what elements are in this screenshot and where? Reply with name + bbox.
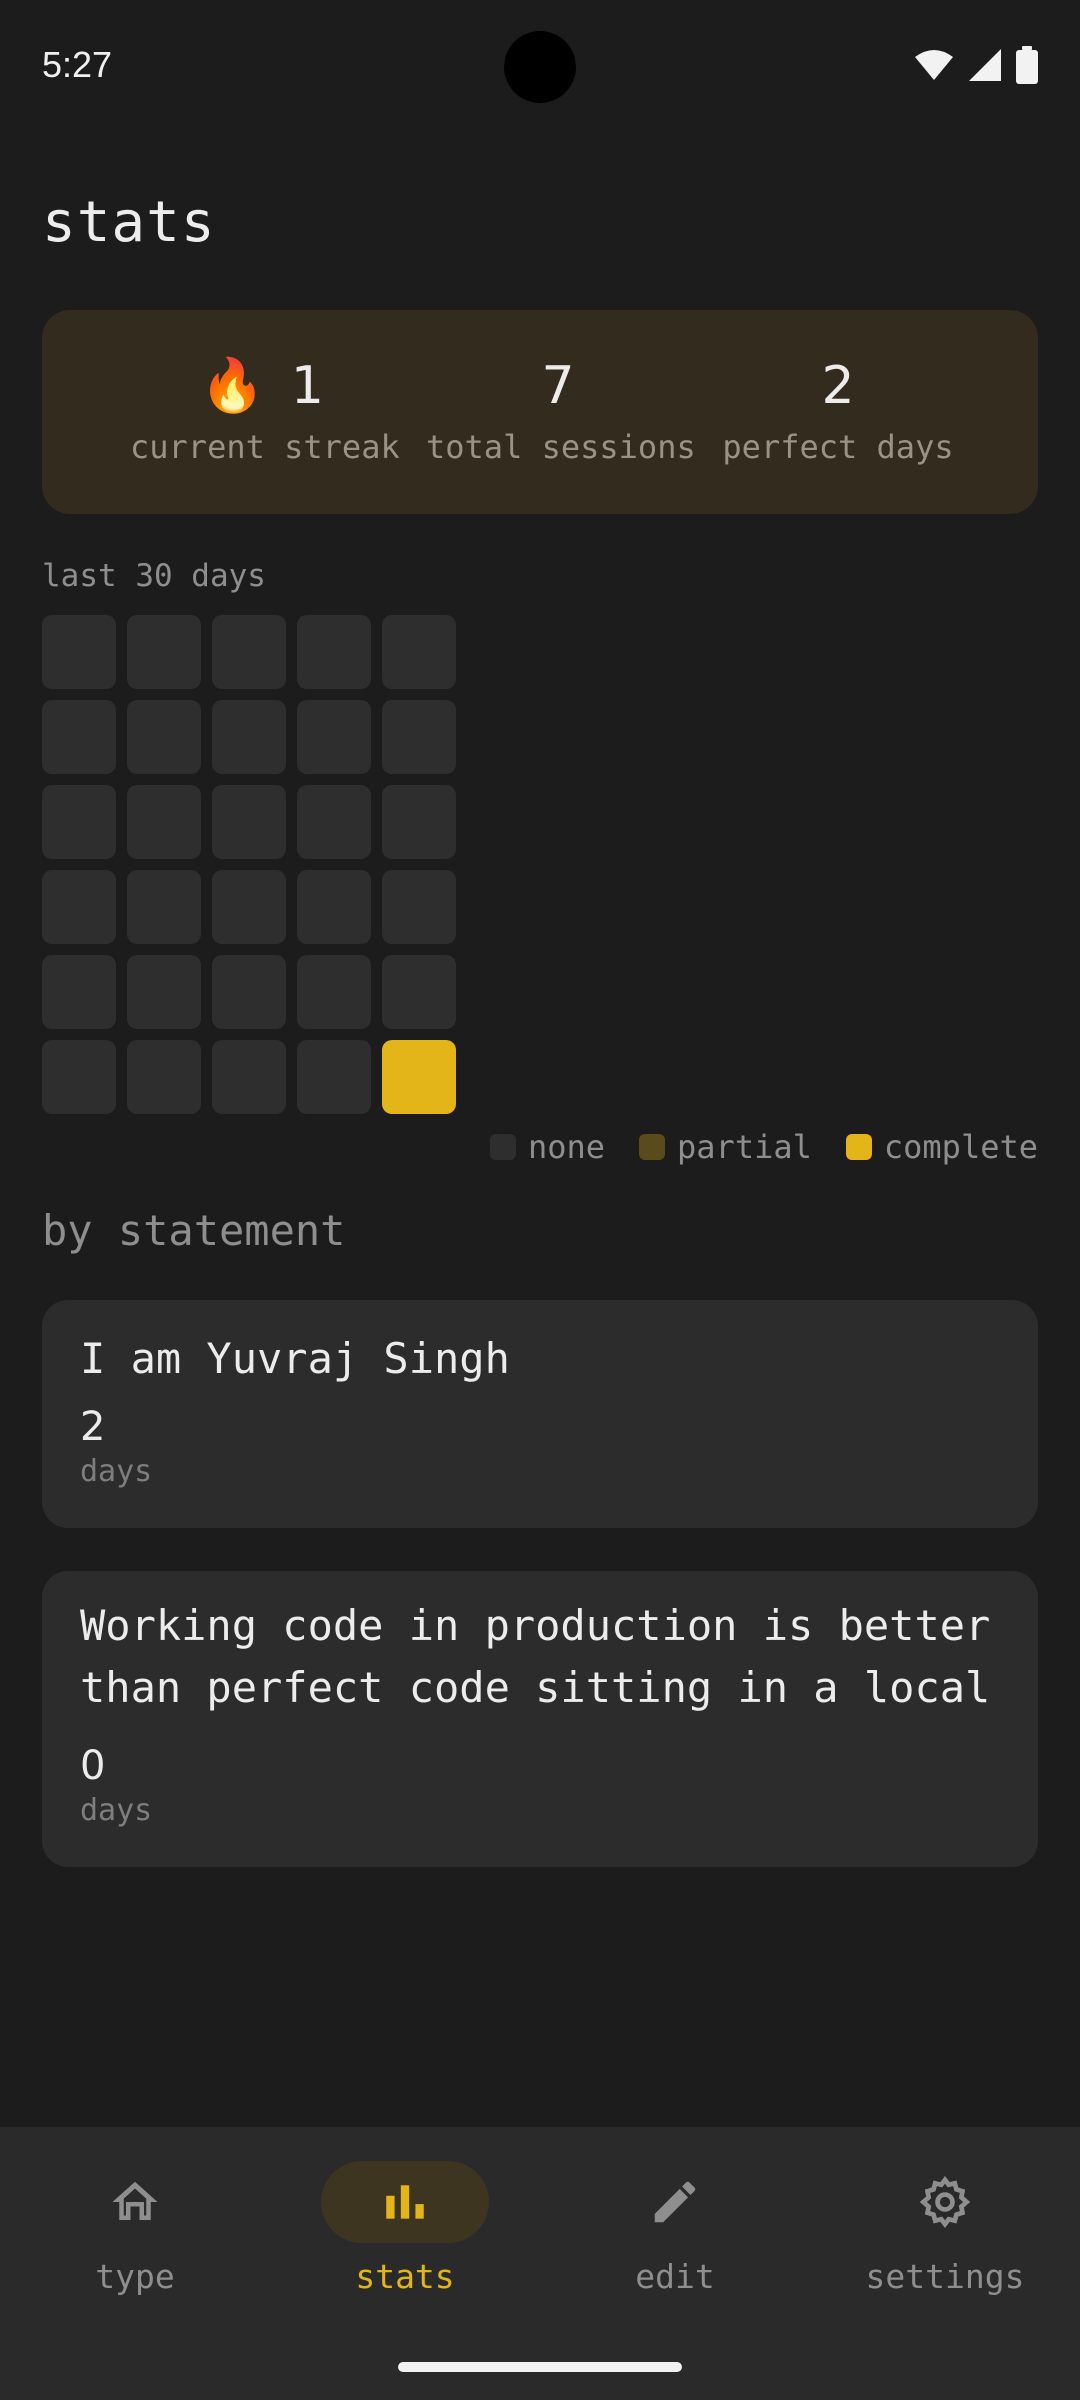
legend-swatch-none xyxy=(489,1134,516,1160)
legend-complete: complete xyxy=(845,1128,1038,1166)
day-cell-none[interactable] xyxy=(212,1040,286,1114)
nav-settings[interactable]: settings xyxy=(810,2161,1080,2296)
status-time: 5:27 xyxy=(42,44,113,85)
day-cell-none[interactable] xyxy=(127,785,201,859)
legend-partial: partial xyxy=(639,1128,812,1166)
home-indicator[interactable] xyxy=(398,2362,682,2372)
summary-card: 🔥 1 current streak 7 total sessions 2 per… xyxy=(42,310,1038,514)
day-cell-none[interactable] xyxy=(127,870,201,944)
home-icon xyxy=(112,2181,158,2220)
perfect-value: 2 xyxy=(821,356,855,416)
day-cell-none[interactable] xyxy=(42,1040,116,1114)
day-cell-none[interactable] xyxy=(297,955,371,1029)
day-cell-complete[interactable] xyxy=(382,1040,456,1114)
day-cell-none[interactable] xyxy=(127,1040,201,1114)
nav-label-edit: edit xyxy=(635,2257,715,2296)
streak-label: current streak xyxy=(130,428,400,466)
page-title: stats xyxy=(42,190,216,255)
statement-card[interactable]: I am Yuvraj Singh 2 days xyxy=(42,1300,1038,1528)
statement-unit: days xyxy=(80,1793,153,1828)
signal-icon xyxy=(969,49,1001,81)
statement-unit: days xyxy=(80,1454,153,1489)
statement-text: I am Yuvraj Singh xyxy=(80,1334,510,1383)
day-cell-none[interactable] xyxy=(212,700,286,774)
streak-value: 1 xyxy=(290,356,324,416)
wifi-icon xyxy=(915,50,953,80)
day-cell-none[interactable] xyxy=(42,870,116,944)
day-cell-none[interactable] xyxy=(42,615,116,689)
legend-none: none xyxy=(489,1128,605,1166)
day-cell-none[interactable] xyxy=(212,615,286,689)
day-cell-none[interactable] xyxy=(382,785,456,859)
statement-count: 0 xyxy=(80,1743,106,1789)
status-icons xyxy=(914,46,1038,84)
day-cell-none[interactable] xyxy=(42,700,116,774)
battery-icon xyxy=(1016,46,1038,84)
day-cell-none[interactable] xyxy=(382,615,456,689)
nav-label-settings: settings xyxy=(865,2257,1025,2296)
nav-type[interactable]: type xyxy=(0,2161,270,2296)
day-cell-none[interactable] xyxy=(127,955,201,1029)
nav-edit[interactable]: edit xyxy=(540,2161,810,2296)
legend: none partial complete xyxy=(456,1128,1038,1166)
day-cell-none[interactable] xyxy=(127,700,201,774)
day-cell-none[interactable] xyxy=(297,1040,371,1114)
fire-icon: 🔥 xyxy=(200,356,265,416)
legend-swatch-complete xyxy=(845,1134,872,1160)
day-cell-none[interactable] xyxy=(212,785,286,859)
history-grid xyxy=(42,615,456,1114)
statement-card[interactable]: Working code in production is better tha… xyxy=(42,1571,1038,1867)
nav-stats[interactable]: stats xyxy=(270,2161,540,2296)
day-cell-none[interactable] xyxy=(297,700,371,774)
bottom-nav: type stats edit settings xyxy=(0,2127,1080,2400)
history-label: last 30 days xyxy=(42,558,266,594)
legend-swatch-partial xyxy=(639,1134,666,1160)
streak-stat: 🔥 1 current streak xyxy=(130,360,400,466)
day-cell-none[interactable] xyxy=(42,955,116,1029)
day-cell-none[interactable] xyxy=(127,615,201,689)
front-camera xyxy=(504,31,576,103)
status-bar: 5:27 xyxy=(0,0,1080,130)
pencil-icon xyxy=(654,2181,696,2223)
day-cell-none[interactable] xyxy=(297,785,371,859)
perfect-label: perfect days xyxy=(722,428,954,466)
statement-text: Working code in production is better tha… xyxy=(80,1601,991,1712)
day-cell-none[interactable] xyxy=(297,870,371,944)
nav-label-type: type xyxy=(95,2257,175,2296)
day-cell-none[interactable] xyxy=(297,615,371,689)
day-cell-none[interactable] xyxy=(382,955,456,1029)
sessions-value: 7 xyxy=(541,356,575,416)
by-statement-heading: by statement xyxy=(42,1206,346,1255)
bar-chart-icon xyxy=(386,2185,424,2219)
sessions-label: total sessions xyxy=(426,428,696,466)
gear-icon xyxy=(919,2175,971,2229)
sessions-stat: 7 total sessions xyxy=(426,356,696,466)
day-cell-none[interactable] xyxy=(212,870,286,944)
day-cell-none[interactable] xyxy=(42,785,116,859)
day-cell-none[interactable] xyxy=(212,955,286,1029)
day-cell-none[interactable] xyxy=(382,700,456,774)
nav-label-stats: stats xyxy=(355,2257,455,2296)
perfect-stat: 2 perfect days xyxy=(718,360,958,466)
statement-count: 2 xyxy=(80,1404,106,1450)
day-cell-none[interactable] xyxy=(382,870,456,944)
